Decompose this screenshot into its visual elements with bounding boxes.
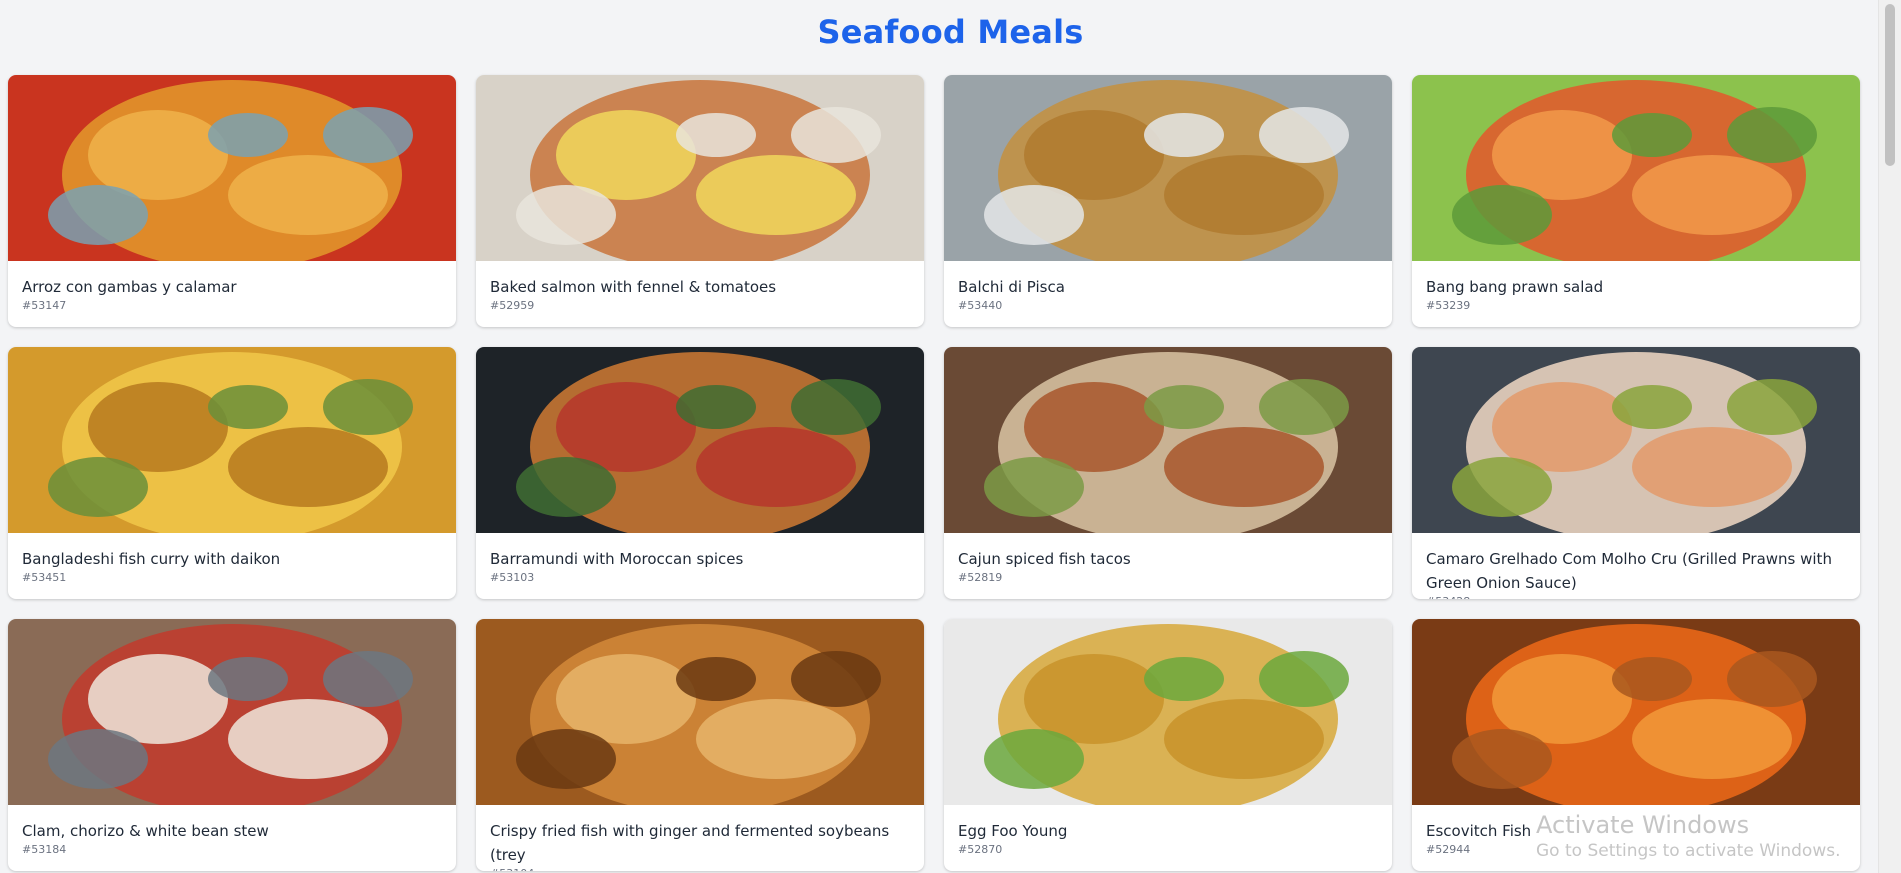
meal-thumbnail[interactable] <box>476 75 924 261</box>
watermark-title: Activate Windows <box>1536 811 1750 839</box>
page: Seafood Meals Arroz con gambas y calamar… <box>0 0 1901 873</box>
meal-info: Baked salmon with fennel & tomatoes #5295… <box>476 261 924 313</box>
activation-watermark: Activate Windows Go to Settings to activ… <box>1536 810 1841 862</box>
meal-thumbnail[interactable] <box>1412 75 1860 261</box>
meal-card[interactable]: Egg Foo Young #52870 <box>944 619 1392 871</box>
meal-card[interactable]: Balchi di Pisca #53440 <box>944 75 1392 327</box>
meal-name[interactable]: Balchi di Pisca <box>958 275 1378 299</box>
meal-thumbnail[interactable] <box>8 619 456 805</box>
meal-name[interactable]: Camaro Grelhado Com Molho Cru (Grilled P… <box>1426 547 1846 595</box>
vertical-scrollbar[interactable] <box>1878 0 1901 873</box>
meal-thumbnail[interactable] <box>8 75 456 261</box>
meal-name[interactable]: Cajun spiced fish tacos <box>958 547 1378 571</box>
meal-card[interactable]: Bangladeshi fish curry with daikon #53451 <box>8 347 456 599</box>
meal-info: Clam, chorizo & white bean stew #53184 <box>8 805 456 857</box>
meal-card[interactable]: Bang bang prawn salad #53239 <box>1412 75 1860 327</box>
meal-thumbnail[interactable] <box>944 347 1392 533</box>
meal-info: Crispy fried fish with ginger and fermen… <box>476 805 924 871</box>
meal-name[interactable]: Egg Foo Young <box>958 819 1378 843</box>
meal-info: Arroz con gambas y calamar #53147 <box>8 261 456 313</box>
page-title: Seafood Meals <box>817 13 1084 51</box>
meal-name[interactable]: Baked salmon with fennel & tomatoes <box>490 275 910 299</box>
meal-name[interactable]: Barramundi with Moroccan spices <box>490 547 910 571</box>
meal-info: Cajun spiced fish tacos #52819 <box>944 533 1392 585</box>
meal-card[interactable]: Baked salmon with fennel & tomatoes #5295… <box>476 75 924 327</box>
meal-thumbnail[interactable] <box>8 347 456 533</box>
meal-id: #52959 <box>490 299 535 312</box>
meal-card[interactable]: Crispy fried fish with ginger and fermen… <box>476 619 924 871</box>
meal-thumbnail[interactable] <box>944 619 1392 805</box>
meal-id: #53428 <box>1426 595 1846 599</box>
meal-id: #53239 <box>1426 299 1471 312</box>
meal-thumbnail[interactable] <box>476 619 924 805</box>
watermark-subtitle: Go to Settings to activate Windows. <box>1536 841 1841 861</box>
meal-name[interactable]: Bang bang prawn salad <box>1426 275 1846 299</box>
meal-info: Balchi di Pisca #53440 <box>944 261 1392 313</box>
meal-id: #52870 <box>958 843 1003 856</box>
meal-name[interactable]: Clam, chorizo & white bean stew <box>22 819 442 843</box>
meal-name[interactable]: Bangladeshi fish curry with daikon <box>22 547 442 571</box>
meal-id: #53147 <box>22 299 67 312</box>
meal-name[interactable]: Crispy fried fish with ginger and fermen… <box>490 819 910 867</box>
scrollbar-thumb[interactable] <box>1885 4 1895 166</box>
meal-name[interactable]: Arroz con gambas y calamar <box>22 275 442 299</box>
meal-id: #53103 <box>490 571 535 584</box>
meal-thumbnail[interactable] <box>476 347 924 533</box>
meal-thumbnail[interactable] <box>944 75 1392 261</box>
meal-info: Bangladeshi fish curry with daikon #53451 <box>8 533 456 585</box>
meal-thumbnail[interactable] <box>1412 347 1860 533</box>
meal-id: #52819 <box>958 571 1003 584</box>
meal-info: Egg Foo Young #52870 <box>944 805 1392 857</box>
meal-card[interactable]: Arroz con gambas y calamar #53147 <box>8 75 456 327</box>
meal-info: Camaro Grelhado Com Molho Cru (Grilled P… <box>1412 533 1860 599</box>
meal-card[interactable]: Barramundi with Moroccan spices #53103 <box>476 347 924 599</box>
meal-grid: Arroz con gambas y calamar #53147 Baked sa… <box>8 75 1860 871</box>
meal-id: #53104 <box>490 867 910 871</box>
meal-card[interactable]: Clam, chorizo & white bean stew #53184 <box>8 619 456 871</box>
meal-id: #53184 <box>22 843 67 856</box>
meal-card[interactable]: Cajun spiced fish tacos #52819 <box>944 347 1392 599</box>
meal-thumbnail[interactable] <box>1412 619 1860 805</box>
meal-info: Barramundi with Moroccan spices #53103 <box>476 533 924 585</box>
meal-info: Bang bang prawn salad #53239 <box>1412 261 1860 313</box>
meal-id: #53440 <box>958 299 1003 312</box>
meal-id: #53451 <box>22 571 67 584</box>
meal-card[interactable]: Camaro Grelhado Com Molho Cru (Grilled P… <box>1412 347 1860 599</box>
